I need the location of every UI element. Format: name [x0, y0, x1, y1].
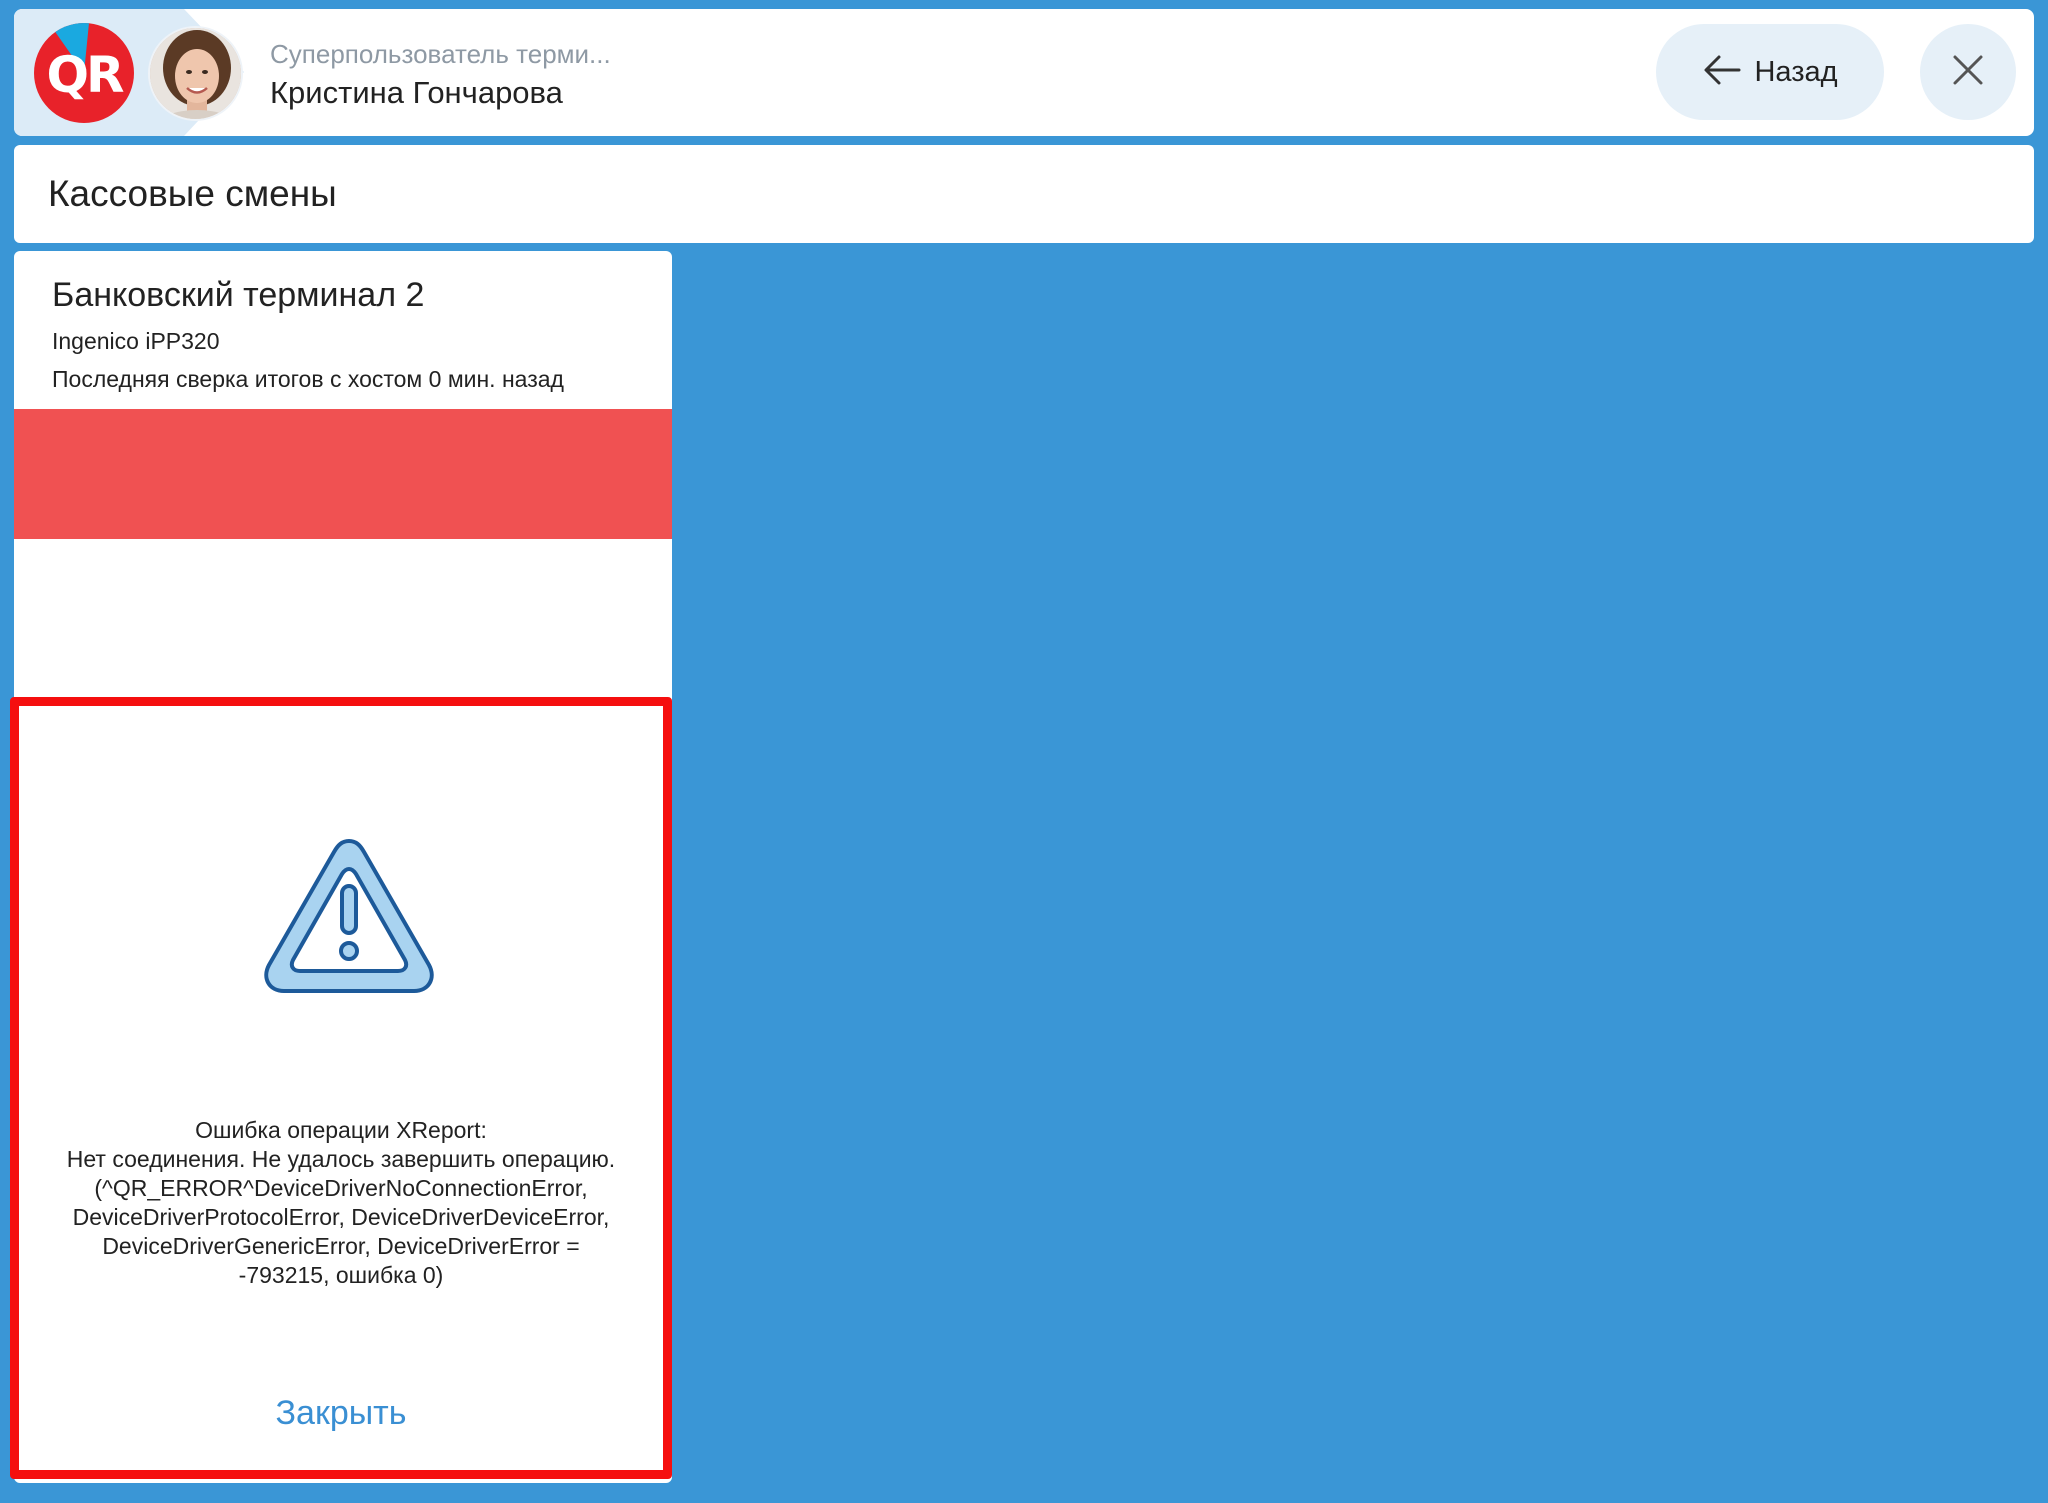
back-button[interactable]: Назад: [1656, 24, 1884, 120]
user-role: Суперпользователь терми...: [270, 39, 611, 69]
error-line: -793215, ошибка 0): [238, 1262, 444, 1288]
arrow-left-icon: [1702, 54, 1742, 91]
app-header: QR Суперпользователь терми... Кристина Г…: [14, 9, 2034, 136]
terminal-last-reconciliation: Последняя сверка итогов с хостом 0 мин. …: [52, 366, 564, 392]
avatar-photo: [150, 28, 241, 119]
section-header: Кассовые смены: [14, 145, 2034, 243]
qr-logo: QR: [34, 23, 134, 123]
close-window-button[interactable]: [1920, 24, 2016, 120]
error-line: (^QR_ERROR^DeviceDriverNoConnectionError…: [94, 1175, 588, 1201]
error-line: DeviceDriverGenericError, DeviceDriverEr…: [102, 1233, 580, 1259]
error-line: Нет соединения. Не удалось завершить опе…: [66, 1146, 616, 1172]
user-name: Кристина Гончарова: [270, 75, 563, 110]
logo-text: QR: [46, 46, 124, 104]
dialog-close-button[interactable]: Закрыть: [19, 1394, 663, 1433]
error-line: DeviceDriverProtocolError, DeviceDriverD…: [72, 1204, 610, 1230]
close-icon: [1952, 54, 1984, 91]
error-dialog: Ошибка операции XReport: Нет соединения.…: [10, 697, 672, 1479]
terminal-status-bar: [14, 409, 672, 539]
avatar[interactable]: [148, 26, 243, 121]
error-line: Ошибка операции XReport:: [195, 1117, 487, 1143]
terminal-model: Ingenico iPP320: [52, 328, 220, 354]
error-message: Ошибка операции XReport: Нет соединения.…: [19, 1116, 663, 1290]
page-title: Кассовые смены: [48, 173, 337, 214]
warning-icon: [259, 833, 439, 999]
back-button-label: Назад: [1754, 55, 1838, 88]
terminal-title: Банковский терминал 2: [52, 276, 425, 314]
